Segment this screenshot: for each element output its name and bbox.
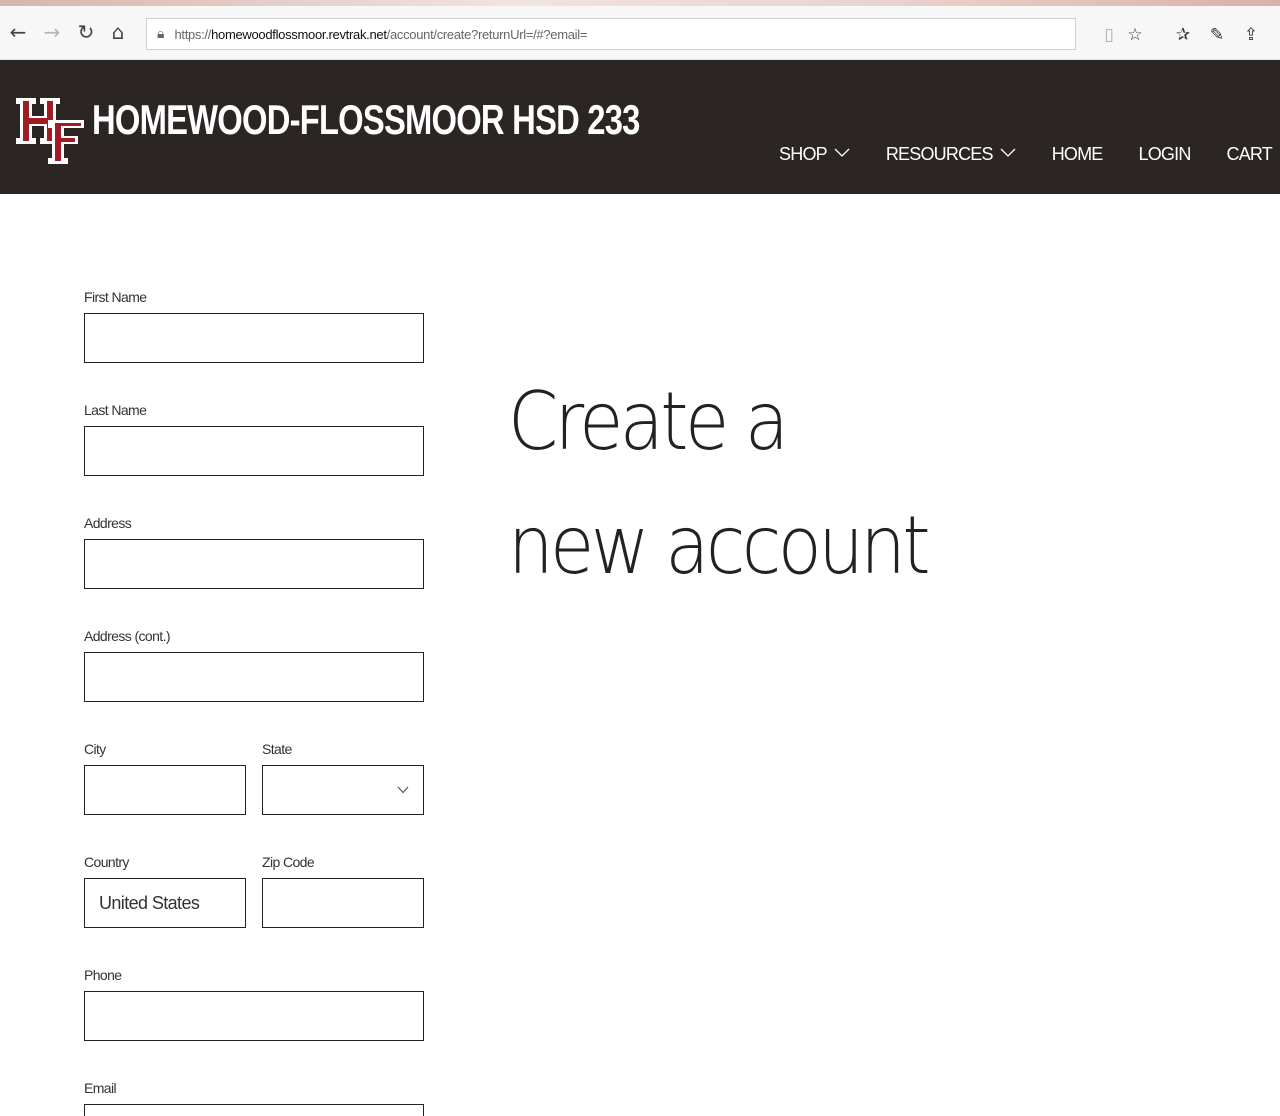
state-label: State	[262, 741, 292, 757]
address-bar[interactable]: 🔒︎ https://homewoodflossmoor.revtrak.net…	[146, 18, 1076, 50]
favorite-star-icon[interactable]: ☆	[1124, 24, 1146, 46]
page-heading: Create a new account	[508, 360, 931, 608]
nav-shop[interactable]: SHOP	[779, 144, 850, 165]
email-label: Email	[84, 1080, 117, 1096]
site-title[interactable]: HOMEWOOD-FLOSSMOOR HSD 233	[92, 96, 640, 144]
nav-login-label: LOGIN	[1138, 143, 1192, 164]
home-icon[interactable]: ⌂	[106, 20, 130, 44]
last-name-label: Last Name	[84, 402, 147, 418]
city-label: City	[84, 741, 106, 757]
refresh-icon[interactable]: ↻	[74, 20, 98, 44]
chevron-down-icon	[1000, 148, 1016, 157]
nav-cart[interactable]: CART	[1226, 143, 1273, 165]
last-name-input[interactable]	[84, 426, 424, 476]
tab-strip-accent	[0, 0, 1280, 6]
back-arrow-icon[interactable]: ←	[6, 20, 30, 44]
address-label: Address	[84, 515, 132, 531]
country-label: Country	[84, 854, 129, 870]
forward-arrow-icon[interactable]: →	[40, 20, 64, 44]
reading-view-icon[interactable]: ▯	[1098, 24, 1120, 46]
nav-login[interactable]: LOGIN	[1138, 143, 1192, 165]
heading-line-2: new account	[508, 499, 931, 592]
main-nav: SHOP RESOURCES HOME LOGIN CART	[779, 142, 1280, 166]
email-input[interactable]	[84, 1104, 424, 1116]
pen-notes-icon[interactable]: ✎	[1206, 24, 1228, 46]
zip-code-input[interactable]	[262, 878, 424, 928]
zip-code-label: Zip Code	[262, 854, 315, 870]
hf-logo-icon[interactable]	[16, 90, 86, 166]
favorites-list-icon[interactable]: ✰	[1172, 24, 1194, 46]
nav-home[interactable]: HOME	[1051, 143, 1104, 165]
phone-label: Phone	[84, 967, 122, 983]
share-icon[interactable]: ⇪	[1240, 24, 1262, 46]
nav-shop-label: SHOP	[779, 143, 828, 164]
phone-input[interactable]	[84, 991, 424, 1041]
chevron-down-icon	[834, 148, 850, 157]
address-input[interactable]	[84, 539, 424, 589]
lock-icon: 🔒︎	[157, 26, 165, 42]
heading-line-1: Create a	[508, 375, 789, 468]
browser-toolbar: ← → ↻ ⌂ 🔒︎ https://homewoodflossmoor.rev…	[0, 0, 1280, 60]
city-input[interactable]	[84, 765, 246, 815]
nav-home-label: HOME	[1051, 143, 1104, 164]
address-cont-input[interactable]	[84, 652, 424, 702]
chevron-down-icon	[397, 786, 409, 794]
country-input[interactable]	[84, 878, 246, 928]
url-text: https://homewoodflossmoor.revtrak.net/ac…	[174, 26, 588, 42]
site-header: HOMEWOOD-FLOSSMOOR HSD 233 SHOP RESOURCE…	[0, 60, 1280, 194]
state-select[interactable]	[262, 765, 424, 815]
address-cont-label: Address (cont.)	[84, 628, 171, 644]
nav-cart-label: CART	[1226, 143, 1273, 164]
first-name-input[interactable]	[84, 313, 424, 363]
nav-resources[interactable]: RESOURCES	[886, 144, 1016, 165]
nav-resources-label: RESOURCES	[885, 143, 994, 164]
first-name-label: First Name	[84, 289, 147, 305]
